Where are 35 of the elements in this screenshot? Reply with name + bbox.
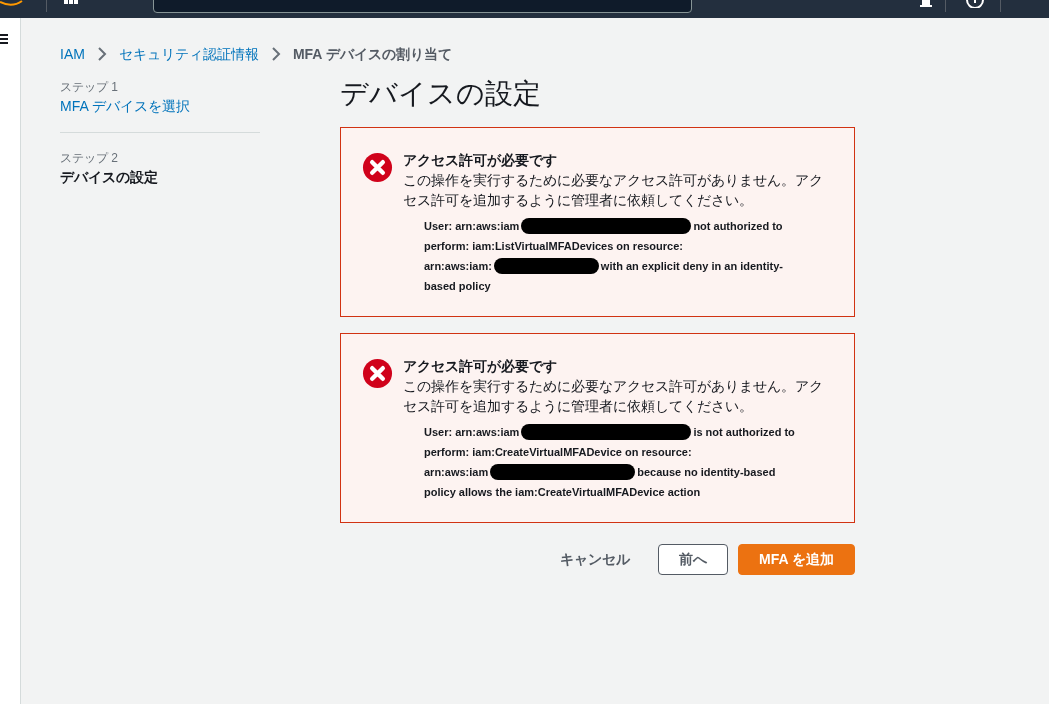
error-detail-text: perform: iam:CreateVirtualMFADevice on resource: bbox=[424, 444, 692, 460]
alert-message: この操作を実行するために必要なアクセス許可がありません。アクセス許可を追加するように管理者に依頼してください。 bbox=[403, 171, 823, 210]
chevron-right-icon bbox=[270, 47, 281, 61]
add-mfa-button[interactable]: MFA を追加 bbox=[738, 544, 855, 575]
error-detail-text: based policy bbox=[424, 278, 491, 294]
menu-icon[interactable] bbox=[0, 34, 8, 44]
error-detail-text: policy allows the iam:CreateVirtualMFADevice action bbox=[424, 484, 701, 500]
alert-title: アクセス許可が必要です bbox=[403, 357, 558, 376]
page-title: デバイスの設定 bbox=[340, 77, 542, 111]
previous-button[interactable]: 前へ bbox=[658, 544, 729, 575]
breadcrumb-link[interactable]: セキュリティ認証情報 bbox=[118, 43, 259, 65]
step-number: ステップ 1 bbox=[60, 79, 119, 96]
error-icon bbox=[362, 152, 393, 183]
error-detail-text: perform: iam:ListVirtualMFADevices on resource: bbox=[424, 238, 683, 254]
help-icon[interactable] bbox=[966, 0, 984, 8]
alert-title: アクセス許可が必要です bbox=[403, 151, 558, 170]
error-detail-text: User: arn:aws:iam bbox=[424, 424, 520, 440]
breadcrumb-current: MFA デバイスの割り当て bbox=[292, 44, 452, 64]
bell-icon[interactable] bbox=[919, 0, 933, 8]
error-detail-text: arn:aws:iam: bbox=[424, 258, 492, 274]
error-detail-text: not authorized to bbox=[693, 218, 783, 234]
error-detail-text: is not authorized to bbox=[693, 424, 795, 440]
breadcrumb-link[interactable]: IAM bbox=[60, 43, 85, 65]
error-icon bbox=[362, 358, 393, 389]
logo-smile-icon bbox=[0, 0, 24, 8]
error-detail-text: because no identity-based bbox=[637, 464, 776, 480]
step-number: ステップ 2 bbox=[60, 150, 119, 167]
step-label: デバイスの設定 bbox=[60, 168, 159, 187]
error-detail-text: User: arn:aws:iam bbox=[424, 218, 520, 234]
error-detail-text: with an explicit deny in an identity- bbox=[600, 258, 783, 274]
chevron-right-icon bbox=[96, 47, 107, 61]
step-label[interactable]: MFA デバイスを選択 bbox=[60, 96, 260, 116]
cancel-button[interactable]: キャンセル bbox=[542, 544, 649, 575]
error-detail-text: arn:aws:iam bbox=[424, 464, 489, 480]
alert-message: この操作を実行するために必要なアクセス許可がありません。アクセス許可を追加するように管理者に依頼してください。 bbox=[403, 377, 823, 416]
